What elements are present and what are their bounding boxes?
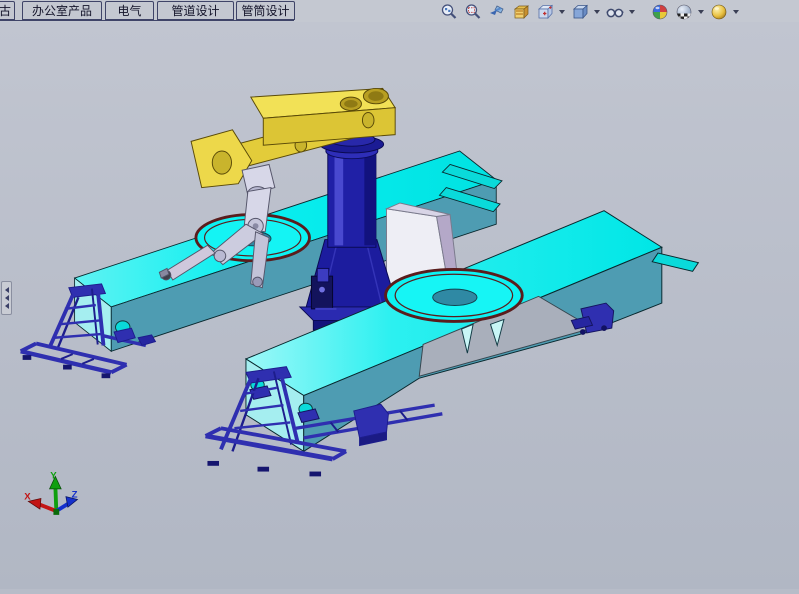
- expand-left-arrow-icon: [5, 295, 9, 301]
- tab-label: 古: [0, 2, 11, 19]
- heads-up-view-toolbar: [438, 2, 740, 21]
- hide-show-items-icon: [606, 3, 624, 21]
- apply-scene-dropdown-caret[interactable]: [697, 2, 705, 21]
- view-settings-dropdown-caret[interactable]: [732, 2, 740, 21]
- edit-appearance-icon: [651, 3, 669, 21]
- apply-scene-icon: [675, 3, 693, 21]
- view-settings-button[interactable]: [708, 2, 729, 21]
- viewport-3d[interactable]: Y X Z: [0, 22, 799, 589]
- tab-underline: [0, 20, 294, 21]
- view-settings-icon: [710, 3, 728, 21]
- section-view-icon: [512, 3, 530, 21]
- front-rotation-ring[interactable]: [386, 269, 523, 321]
- tab-tubing-design[interactable]: 管筒设计: [236, 1, 295, 20]
- tab-label: 管道设计: [171, 2, 219, 19]
- hide-show-items-dropdown-caret[interactable]: [628, 2, 636, 21]
- previous-view-button[interactable]: [486, 2, 507, 21]
- view-orientation-icon: [536, 3, 554, 21]
- triad-x-label: X: [24, 491, 31, 502]
- display-style-icon: [571, 3, 589, 21]
- display-style-button[interactable]: [569, 2, 590, 21]
- display-style-dropdown-caret[interactable]: [593, 2, 601, 21]
- tab-partial[interactable]: 古: [0, 1, 15, 20]
- beam-support-bracket-left[interactable]: [354, 404, 389, 445]
- previous-view-icon: [488, 3, 506, 21]
- orientation-triad: Y X Z: [24, 470, 77, 515]
- feature-panel-expander[interactable]: [1, 281, 12, 315]
- command-manager-bar: 古 办公室产品 电气 管道设计 管筒设计: [0, 0, 799, 22]
- expand-left-arrow-icon: [5, 303, 9, 309]
- model-scene[interactable]: Y X Z: [0, 22, 799, 589]
- section-view-button[interactable]: [510, 2, 531, 21]
- tab-electrical[interactable]: 电气: [105, 1, 154, 20]
- edit-appearance-button[interactable]: [649, 2, 670, 21]
- toolbar-spacer: [639, 11, 646, 12]
- expand-left-arrow-icon: [5, 287, 9, 293]
- zoom-to-area-button[interactable]: [462, 2, 483, 21]
- apply-scene-button[interactable]: [673, 2, 694, 21]
- triad-z-label: Z: [72, 490, 78, 501]
- tab-label: 办公室产品: [32, 2, 92, 19]
- tab-label: 电气: [117, 2, 141, 19]
- tab-office-products[interactable]: 办公室产品: [22, 1, 102, 20]
- tab-piping-design[interactable]: 管道设计: [157, 1, 234, 20]
- tab-label: 管筒设计: [241, 2, 289, 19]
- triad-y-label: Y: [50, 470, 57, 481]
- view-orientation-dropdown-caret[interactable]: [558, 2, 566, 21]
- view-orientation-button[interactable]: [534, 2, 555, 21]
- hide-show-items-button[interactable]: [604, 2, 625, 21]
- zoom-to-area-icon: [464, 3, 482, 21]
- zoom-to-fit-button[interactable]: [438, 2, 459, 21]
- zoom-to-fit-icon: [440, 3, 458, 21]
